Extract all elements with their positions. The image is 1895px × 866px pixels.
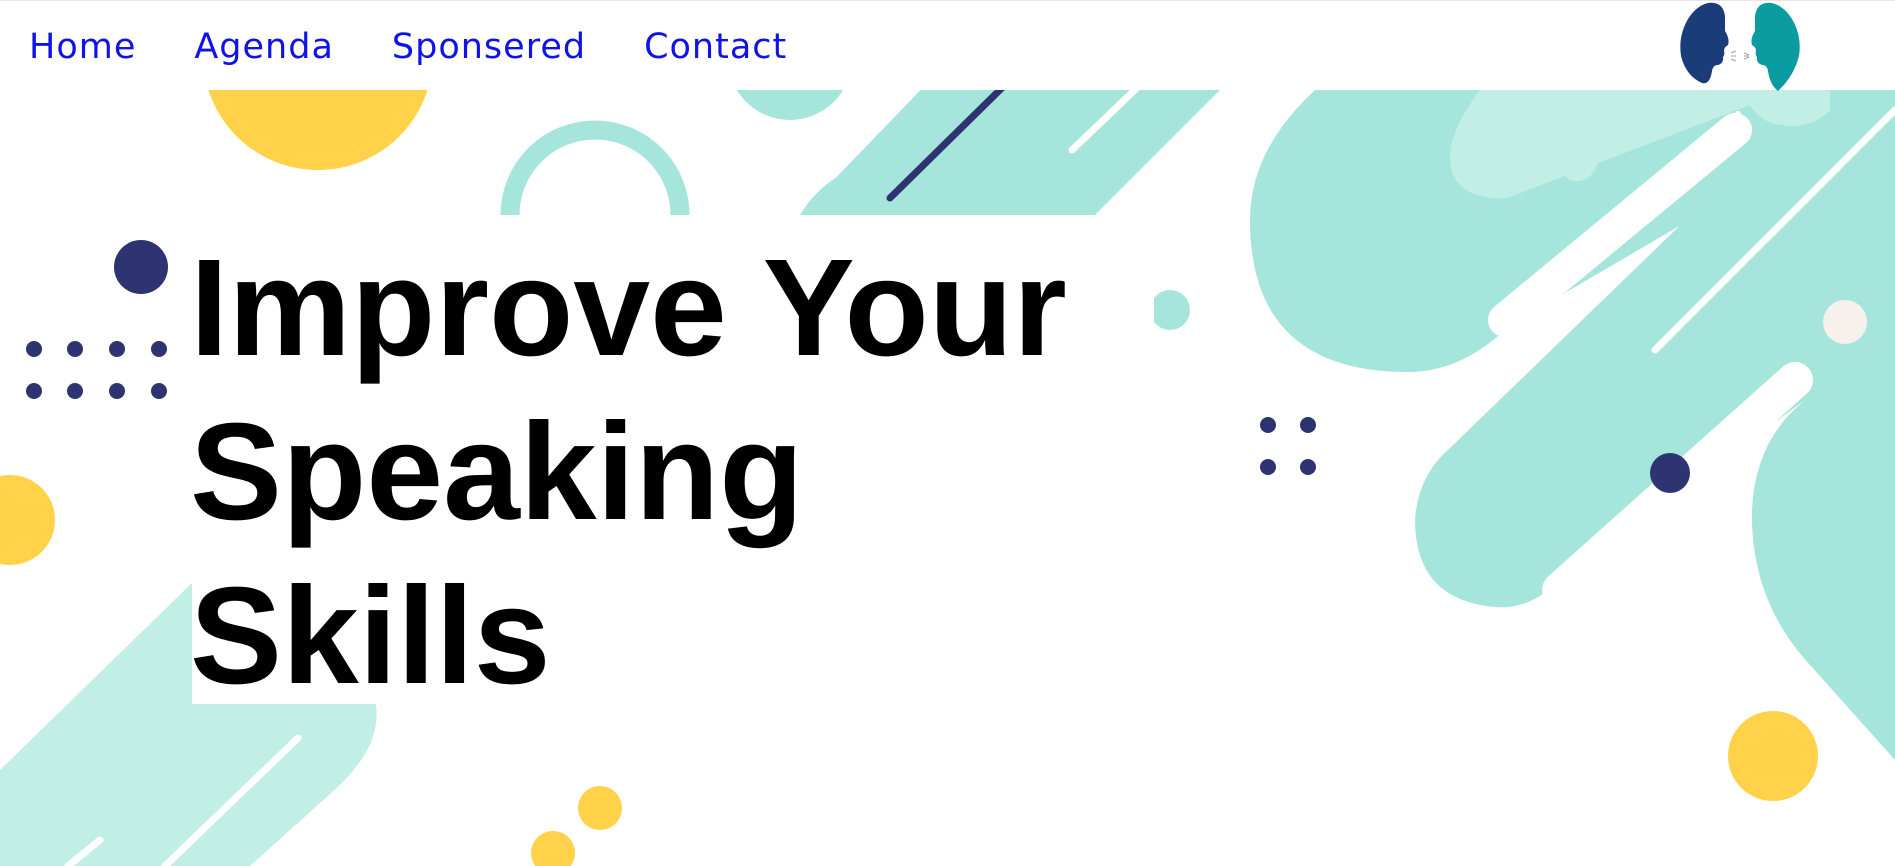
top-navbar: Home Agenda Sponsered Contact <box>0 0 1895 93</box>
page: Improve Your Speaking Skills Home Agenda… <box>0 0 1895 866</box>
two-faces-talking-icon[interactable] <box>1678 1 1802 93</box>
hero-title-line-3: Skills <box>190 559 551 713</box>
nav-link-home[interactable]: Home <box>29 23 136 71</box>
hero-title-line-2: Speaking <box>190 395 804 549</box>
nav-menu: Home Agenda Sponsered Contact <box>29 23 845 71</box>
nav-link-agenda[interactable]: Agenda <box>194 23 334 71</box>
nav-link-sponsered[interactable]: Sponsered <box>392 23 586 71</box>
hero-title-line-1: Improve Your <box>190 231 1067 385</box>
hero-title: Improve Your Speaking Skills <box>190 226 1067 718</box>
nav-link-contact[interactable]: Contact <box>644 23 787 71</box>
